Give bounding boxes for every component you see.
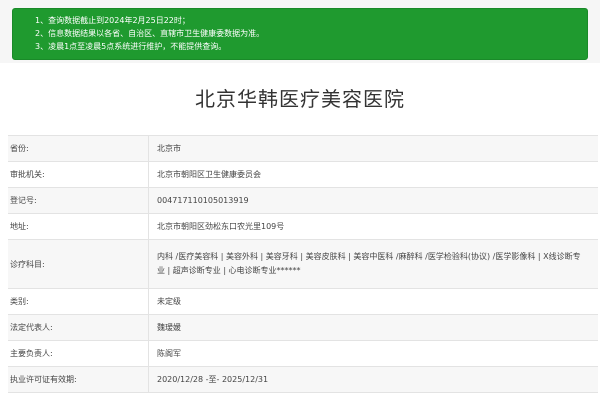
row-address: 地址: 北京市朝阳区劲松东口农光里109号: [8, 214, 598, 240]
row-registration-number: 登记号: 004717110105013919: [8, 188, 598, 214]
value-departments: 内科 /医疗美容科 | 美容外科 | 美容牙科 | 美容皮肤科 | 美容中医科 …: [157, 252, 581, 275]
label-principal-person: 主要负责人:: [8, 341, 149, 366]
row-legal-representative: 法定代表人: 魏瑷媛: [8, 315, 598, 341]
label-category: 类别:: [8, 289, 149, 314]
value-license-validity: 2020/12/28 -至- 2025/12/31: [157, 375, 269, 384]
hospital-name-title: 北京华韩医疗美容医院: [195, 87, 405, 111]
value-approval-authority: 北京市朝阳区卫生健康委员会: [157, 170, 261, 179]
notice-line-2: 2、信息数据结果以各省、自治区、直辖市卫生健康委数据为准。: [35, 29, 265, 38]
row-province: 省份: 北京市: [8, 136, 598, 162]
label-address: 地址:: [8, 214, 149, 239]
page: 1、查询数据截止到2024年2月25日22时； 2、信息数据结果以各省、自治区、…: [0, 0, 600, 400]
row-principal-person: 主要负责人: 陈阁军: [8, 341, 598, 367]
label-legal-representative: 法定代表人:: [8, 315, 149, 340]
row-departments: 诊疗科目: 内科 /医疗美容科 | 美容外科 | 美容牙科 | 美容皮肤科 | …: [8, 240, 598, 289]
value-category: 未定级: [157, 297, 181, 306]
row-license-validity: 执业许可证有效期: 2020/12/28 -至- 2025/12/31: [8, 367, 598, 393]
value-legal-representative: 魏瑷媛: [157, 323, 181, 332]
notice-banner: 1、查询数据截止到2024年2月25日22时； 2、信息数据结果以各省、自治区、…: [12, 8, 588, 60]
notice-line-3: 3、凌晨1点至凌晨5点系统进行维护，不能提供查询。: [35, 42, 227, 51]
row-approval-authority: 审批机关: 北京市朝阳区卫生健康委员会: [8, 162, 598, 188]
label-approval-authority: 审批机关:: [8, 162, 149, 187]
hospital-detail-card: 北京华韩医疗美容医院 省份: 北京市 审批机关: 北京市朝阳区卫生健康委员会 登…: [0, 63, 600, 400]
value-address: 北京市朝阳区劲松东口农光里109号: [157, 222, 285, 231]
label-license-validity: 执业许可证有效期:: [8, 367, 149, 392]
notice-line-1: 1、查询数据截止到2024年2月25日22时；: [35, 16, 190, 25]
label-province: 省份:: [8, 136, 149, 161]
value-province: 北京市: [157, 144, 181, 153]
label-departments: 诊疗科目:: [8, 240, 149, 288]
value-registration-number: 004717110105013919: [157, 196, 249, 205]
hospital-info-table: 省份: 北京市 审批机关: 北京市朝阳区卫生健康委员会 登记号: 0047171…: [8, 135, 598, 393]
row-category: 类别: 未定级: [8, 289, 598, 315]
label-registration-number: 登记号:: [8, 188, 149, 213]
value-principal-person: 陈阁军: [157, 349, 181, 358]
